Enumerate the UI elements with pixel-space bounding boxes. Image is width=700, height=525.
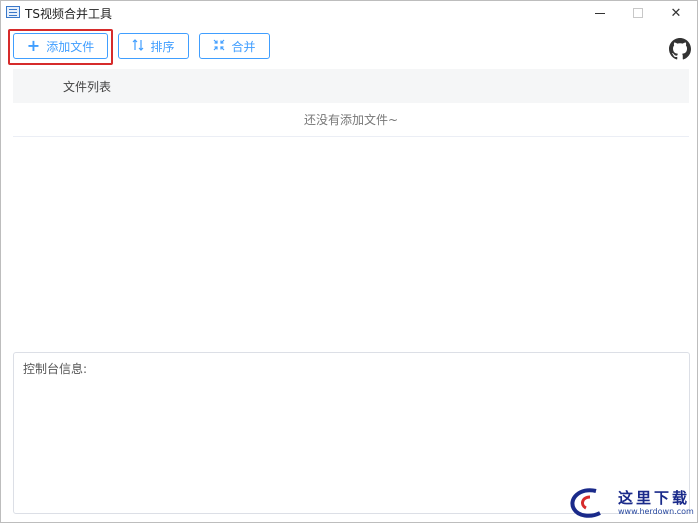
watermark-url: www.herdown.com (618, 507, 694, 516)
watermark: 这里下载 www.herdown.com (566, 485, 696, 521)
sort-icon (132, 38, 144, 54)
watermark-text: 这里下载 (618, 489, 691, 507)
maximize-icon (633, 8, 643, 18)
window-title: TS视频合并工具 (25, 7, 112, 21)
minimize-button[interactable] (581, 1, 619, 25)
minimize-icon (595, 12, 605, 14)
app-icon (6, 6, 20, 18)
file-list-column-header: 文件列表 (63, 80, 112, 94)
title-bar: TS视频合并工具 ✕ (1, 1, 697, 25)
file-list-header: 文件列表 (13, 69, 689, 103)
close-icon: ✕ (670, 5, 682, 21)
add-file-button[interactable]: + 添加文件 (13, 33, 108, 59)
merge-icon (213, 39, 225, 54)
file-list-empty-text: 还没有添加文件~ (13, 103, 689, 137)
plus-icon: + (26, 35, 41, 55)
sort-label: 排序 (150, 39, 175, 54)
add-file-label: 添加文件 (46, 39, 95, 54)
watermark-logo (570, 488, 601, 518)
maximize-button[interactable] (619, 1, 657, 25)
console-label: 控制台信息: (23, 362, 88, 376)
app-window: TS视频合并工具 ✕ + 添加文件 排序 合并 文件列表 还没有添加文件~ 控制… (0, 0, 698, 523)
sort-button[interactable]: 排序 (118, 33, 189, 59)
github-icon[interactable] (669, 38, 691, 60)
close-button[interactable]: ✕ (657, 1, 695, 25)
merge-label: 合并 (231, 39, 256, 54)
merge-button[interactable]: 合并 (199, 33, 270, 59)
